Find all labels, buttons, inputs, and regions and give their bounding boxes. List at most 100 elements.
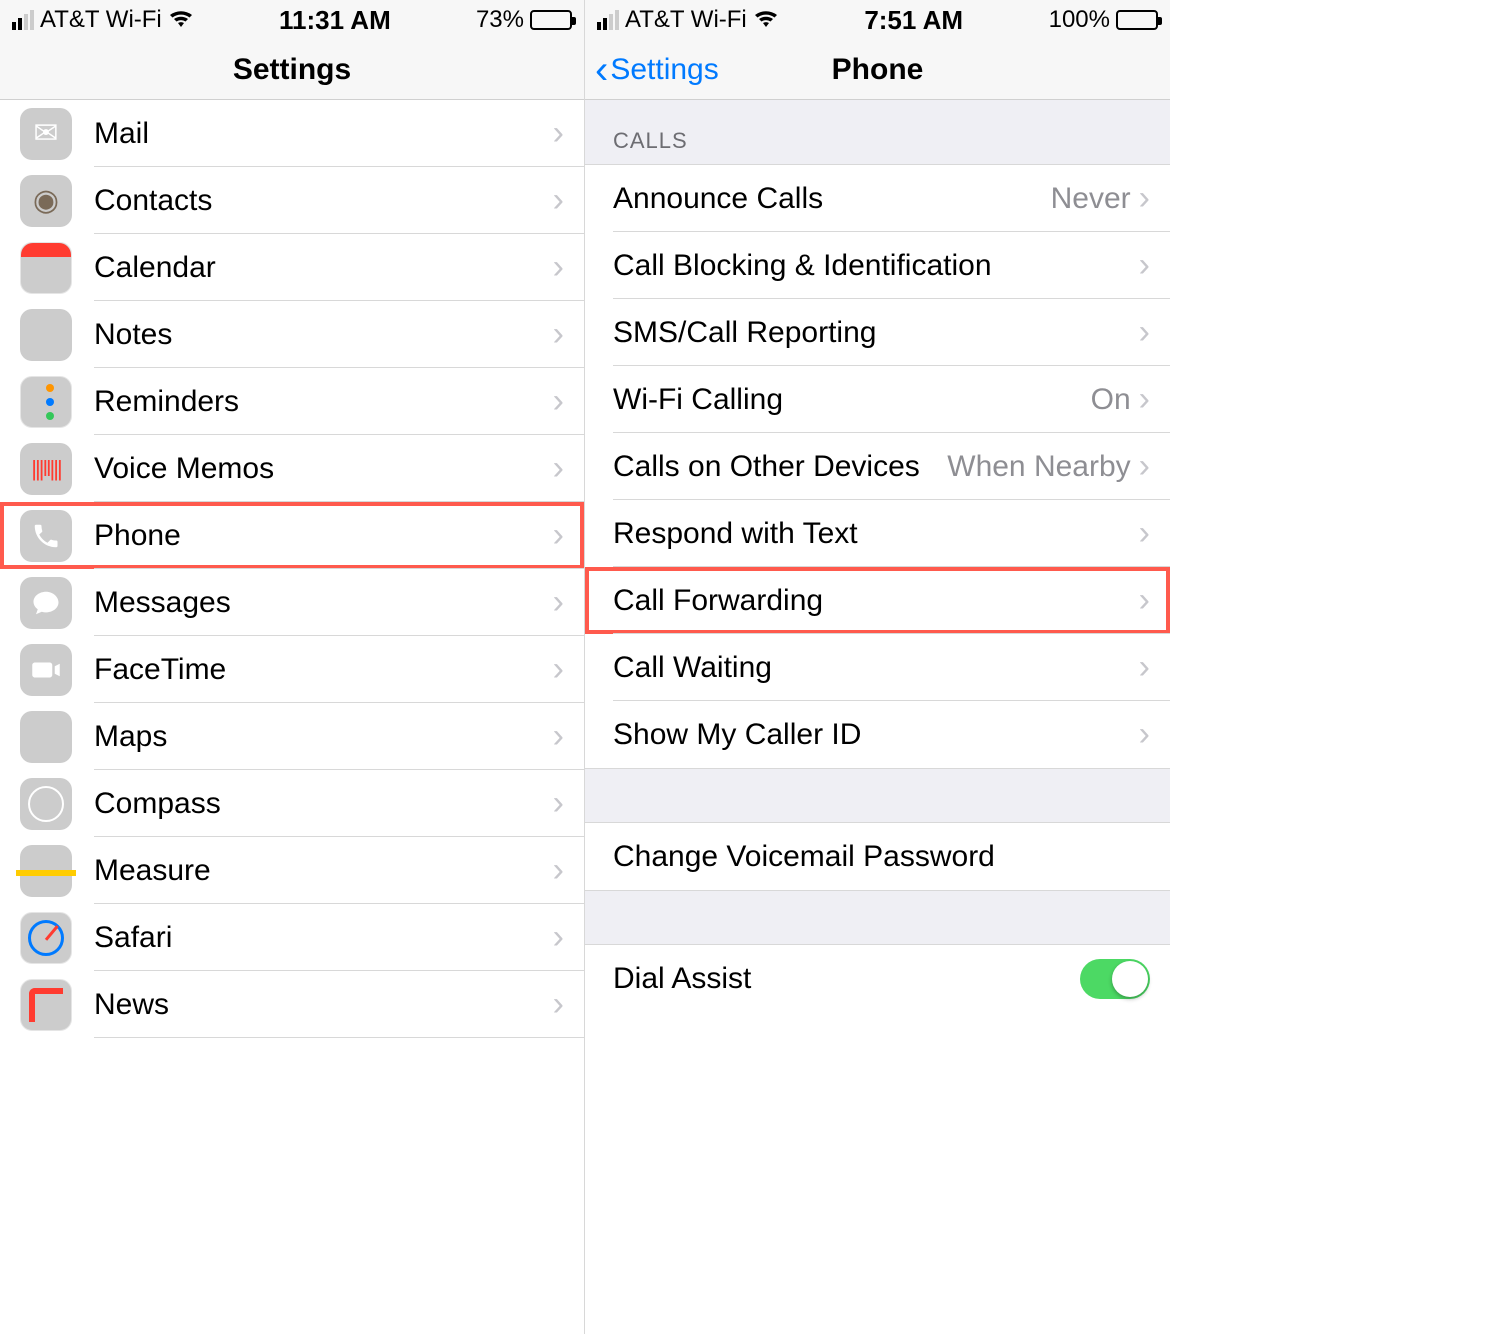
- status-bar: AT&T Wi-Fi 7:51 AM 100%: [585, 0, 1170, 40]
- row-label: Call Waiting: [613, 651, 1139, 685]
- messages-icon: [20, 577, 72, 629]
- row-label: Calls on Other Devices: [613, 450, 947, 484]
- chevron-right-icon: ›: [553, 918, 564, 957]
- chevron-right-icon: ›: [553, 449, 564, 488]
- settings-row-voicememos[interactable]: |||‖|||Voice Memos›: [0, 435, 584, 502]
- row-label: Show My Caller ID: [613, 718, 1139, 752]
- chevron-right-icon: ›: [553, 315, 564, 354]
- row-label: Notes: [94, 318, 553, 352]
- dial-assist-toggle[interactable]: [1080, 959, 1150, 999]
- phone-icon: [20, 510, 72, 562]
- chevron-right-icon: ›: [1139, 447, 1150, 486]
- settings-row-phone[interactable]: Phone›: [0, 502, 584, 569]
- chevron-right-icon: ›: [553, 114, 564, 153]
- settings-row-calendar[interactable]: Calendar›: [0, 234, 584, 301]
- measure-icon: ▬▬▬: [20, 845, 72, 897]
- chevron-right-icon: ›: [1139, 246, 1150, 285]
- settings-row-reminders[interactable]: Reminders›: [0, 368, 584, 435]
- reminders-icon: [20, 376, 72, 428]
- page-title: Settings: [233, 53, 351, 87]
- settings-row-compass[interactable]: Compass›: [0, 770, 584, 837]
- nav-header: ‹ Settings Phone: [585, 40, 1170, 100]
- row-value: When Nearby: [947, 450, 1130, 484]
- row-label: News: [94, 988, 553, 1022]
- chevron-right-icon: ›: [1139, 581, 1150, 620]
- chevron-right-icon: ›: [553, 784, 564, 823]
- row-label: Maps: [94, 720, 553, 754]
- page-title: Phone: [832, 53, 924, 87]
- safari-icon: [20, 912, 72, 964]
- chevron-right-icon: ›: [553, 717, 564, 756]
- chevron-right-icon: ›: [553, 985, 564, 1024]
- clock: 11:31 AM: [279, 5, 391, 36]
- settings-screen: AT&T Wi-Fi 11:31 AM 73% Settings ✉︎Mail›…: [0, 0, 585, 1334]
- phone-row-announce[interactable]: Announce CallsNever›: [585, 165, 1170, 232]
- row-value: Never: [1051, 182, 1131, 216]
- chevron-left-icon: ‹: [595, 50, 608, 90]
- phone-row-blocking[interactable]: Call Blocking & Identification›: [585, 232, 1170, 299]
- chevron-right-icon: ›: [553, 583, 564, 622]
- settings-row-news[interactable]: News›: [0, 971, 584, 1038]
- phone-row-otherdev[interactable]: Calls on Other DevicesWhen Nearby ›: [585, 433, 1170, 500]
- chevron-right-icon: ›: [553, 382, 564, 421]
- compass-icon: [20, 778, 72, 830]
- mail-icon: ✉︎: [20, 108, 72, 160]
- signal-bars-icon: [597, 10, 619, 30]
- chevron-right-icon: ›: [1139, 179, 1150, 218]
- settings-row-contacts[interactable]: ◉ Contacts›: [0, 167, 584, 234]
- carrier-label: AT&T Wi-Fi: [625, 6, 747, 34]
- contacts-icon: ◉: [20, 175, 72, 227]
- row-label: SMS/Call Reporting: [613, 316, 1139, 350]
- phone-row-wifi[interactable]: Wi-Fi CallingOn›: [585, 366, 1170, 433]
- settings-row-safari[interactable]: Safari›: [0, 904, 584, 971]
- row-label: Respond with Text: [613, 517, 1139, 551]
- row-value: On: [1091, 383, 1131, 417]
- chevron-right-icon: ›: [553, 650, 564, 689]
- chevron-right-icon: ›: [553, 181, 564, 220]
- facetime-icon: [20, 644, 72, 696]
- chevron-right-icon: ›: [1139, 648, 1150, 687]
- phone-row-waiting[interactable]: Call Waiting›: [585, 634, 1170, 701]
- maps-icon: [20, 711, 72, 763]
- voicememos-icon: |||‖|||: [20, 443, 72, 495]
- clock: 7:51 AM: [864, 5, 963, 36]
- phone-row-sms[interactable]: SMS/Call Reporting›: [585, 299, 1170, 366]
- chevron-right-icon: ›: [1139, 380, 1150, 419]
- phone-settings-screen: AT&T Wi-Fi 7:51 AM 100% ‹ Settings Phone…: [585, 0, 1170, 1334]
- back-button[interactable]: ‹ Settings: [595, 50, 719, 90]
- phone-row-respond[interactable]: Respond with Text›: [585, 500, 1170, 567]
- notes-icon: [20, 309, 72, 361]
- chevron-right-icon: ›: [1139, 715, 1150, 754]
- settings-row-maps[interactable]: Maps›: [0, 703, 584, 770]
- chevron-right-icon: ›: [1139, 313, 1150, 352]
- dial-assist-row[interactable]: Dial Assist: [585, 945, 1170, 1012]
- settings-row-messages[interactable]: Messages›: [0, 569, 584, 636]
- row-label: FaceTime: [94, 653, 553, 687]
- battery-percent: 73%: [476, 6, 524, 34]
- change-voicemail-password-row[interactable]: Change Voicemail Password: [585, 823, 1170, 890]
- battery-icon: [530, 10, 572, 30]
- row-label: Contacts: [94, 184, 553, 218]
- wifi-icon: [168, 5, 194, 36]
- battery-icon: [1116, 10, 1158, 30]
- section-gap: [585, 768, 1170, 823]
- settings-row-notes[interactable]: Notes›: [0, 301, 584, 368]
- settings-row-mail[interactable]: ✉︎ Mail›: [0, 100, 584, 167]
- row-label: Measure: [94, 854, 553, 888]
- battery-percent: 100%: [1049, 6, 1110, 34]
- row-label: Messages: [94, 586, 553, 620]
- settings-row-measure[interactable]: ▬▬▬Measure›: [0, 837, 584, 904]
- row-label: Wi-Fi Calling: [613, 383, 1091, 417]
- row-label: Reminders: [94, 385, 553, 419]
- settings-row-facetime[interactable]: FaceTime›: [0, 636, 584, 703]
- row-label: Announce Calls: [613, 182, 1051, 216]
- phone-row-callerid[interactable]: Show My Caller ID›: [585, 701, 1170, 768]
- chevron-right-icon: ›: [1139, 514, 1150, 553]
- section-header-calls: CALLS: [585, 100, 1170, 165]
- phone-row-forwarding[interactable]: Call Forwarding›: [585, 567, 1170, 634]
- news-icon: [20, 979, 72, 1031]
- dial-assist-label: Dial Assist: [613, 962, 1080, 996]
- row-label: Mail: [94, 117, 553, 151]
- signal-bars-icon: [12, 10, 34, 30]
- calendar-icon: [20, 242, 72, 294]
